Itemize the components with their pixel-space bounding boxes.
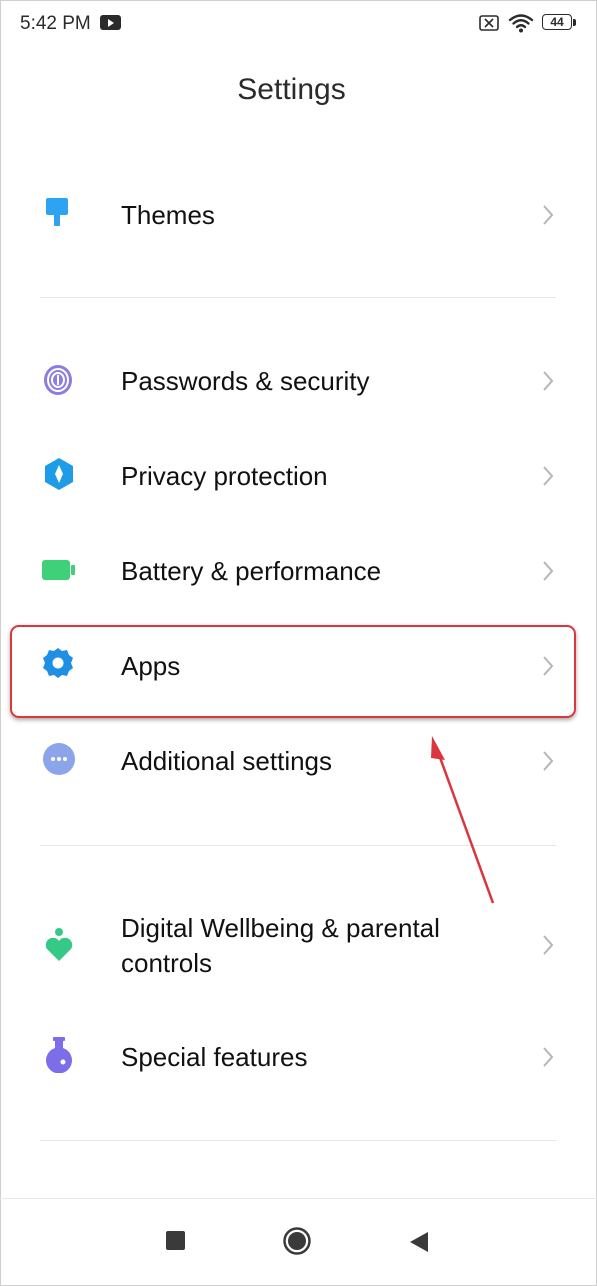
chevron-right-icon — [543, 751, 554, 771]
divider — [40, 1140, 556, 1141]
settings-item-label: Battery & performance — [121, 556, 382, 586]
settings-item-label-line1: Digital Wellbeing & parental — [121, 913, 440, 943]
privacy-shield-icon — [45, 458, 73, 490]
page-title: Settings — [237, 73, 346, 106]
settings-item-label: Passwords & security — [121, 366, 370, 396]
settings-item-battery-performance[interactable]: Battery & performance — [0, 542, 597, 602]
paintbrush-icon — [46, 198, 68, 226]
home-circle-icon[interactable] — [283, 1227, 311, 1255]
back-triangle-icon[interactable] — [408, 1230, 430, 1254]
chevron-right-icon — [543, 1047, 554, 1067]
youtube-icon — [100, 15, 121, 30]
settings-item-label: Special features — [121, 1042, 308, 1072]
chevron-right-icon — [543, 205, 554, 225]
wifi-icon — [508, 14, 534, 33]
chevron-right-icon — [543, 371, 554, 391]
divider — [40, 845, 556, 846]
settings-item-label-line2: controls — [121, 948, 213, 978]
chevron-right-icon — [543, 561, 554, 581]
navigation-bar — [0, 1198, 597, 1285]
more-dots-icon — [43, 743, 75, 775]
wellbeing-heart-icon — [45, 928, 73, 961]
settings-item-passwords-security[interactable]: Passwords & security — [0, 352, 597, 412]
settings-item-label: Themes — [121, 200, 215, 230]
settings-item-privacy-protection[interactable]: Privacy protection — [0, 447, 597, 507]
recents-square-icon[interactable] — [166, 1231, 185, 1250]
settings-item-digital-wellbeing[interactable]: Digital Wellbeing & parental controls — [0, 905, 597, 985]
settings-item-label: Additional settings — [121, 746, 333, 776]
status-bar: 5:42 PM 44 — [0, 0, 597, 50]
battery-status-icon: 44 — [542, 14, 578, 32]
battery-icon — [42, 560, 75, 580]
apps-highlight-box — [10, 625, 576, 718]
settings-item-special-features[interactable]: Special features — [0, 1028, 597, 1088]
flask-icon — [46, 1037, 72, 1073]
chevron-right-icon — [543, 935, 554, 955]
no-sim-icon — [479, 15, 499, 31]
settings-item-additional-settings[interactable]: Additional settings — [0, 732, 597, 792]
fingerprint-icon — [44, 365, 72, 395]
settings-item-label: Privacy protection — [121, 461, 328, 491]
settings-item-themes[interactable]: Themes — [0, 186, 597, 246]
status-time: 5:42 PM — [20, 13, 91, 34]
chevron-right-icon — [543, 466, 554, 486]
battery-level: 44 — [550, 15, 564, 29]
divider — [40, 297, 556, 298]
